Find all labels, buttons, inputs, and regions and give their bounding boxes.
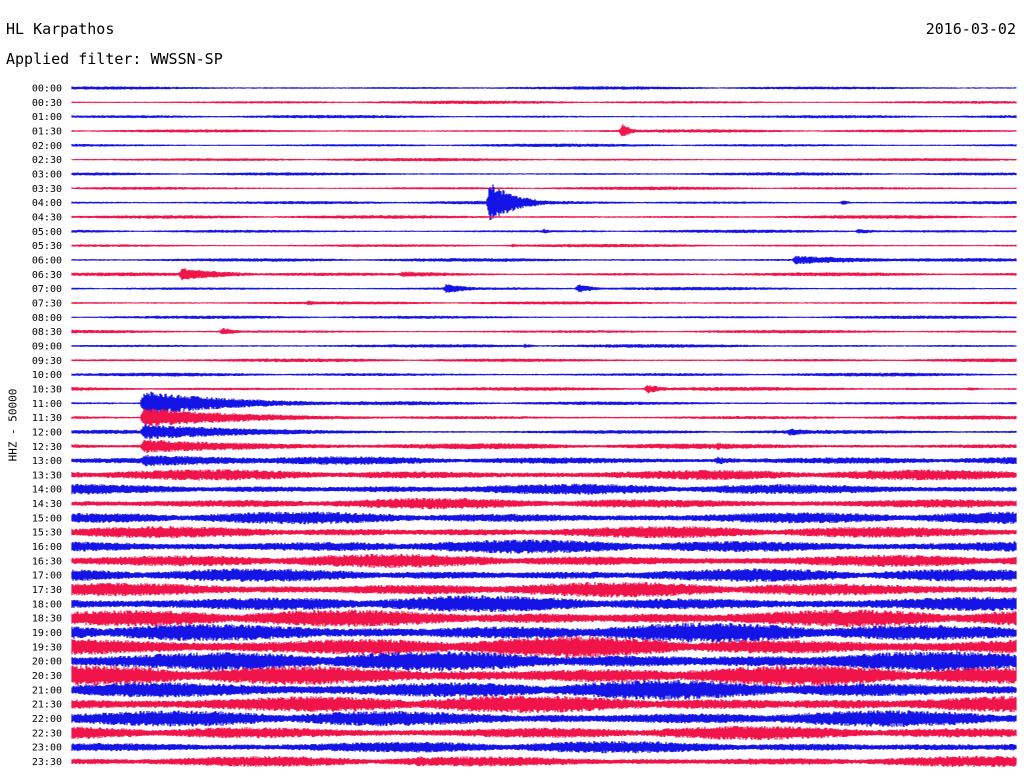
seismic-trace-row [71, 539, 1017, 554]
seismic-trace-row [71, 511, 1017, 525]
seismic-trace-row [71, 300, 1017, 306]
row-time-label: 14:00 [32, 485, 62, 496]
seismic-trace-row [71, 582, 1017, 598]
seismic-trace-row [71, 710, 1017, 728]
seismic-trace-row [71, 124, 1017, 137]
seismic-trace-row [71, 740, 1017, 754]
row-time-label: 03:00 [32, 169, 62, 180]
row-time-label: 09:00 [32, 341, 62, 352]
row-time-label: 10:00 [32, 370, 62, 381]
row-time-label: 17:00 [32, 571, 62, 582]
seismic-trace-row [71, 268, 1017, 281]
row-time-label: 07:00 [32, 284, 62, 295]
row-time-label: 06:30 [32, 270, 62, 281]
seismic-trace-row [71, 184, 1017, 220]
seismic-trace-row [71, 328, 1017, 335]
row-time-label: 10:30 [32, 384, 62, 395]
seismic-trace-row [71, 358, 1017, 363]
row-time-label: 04:30 [32, 212, 62, 223]
seismic-trace-row [71, 157, 1017, 162]
row-time-label: 00:30 [32, 98, 62, 109]
row-time-label: 17:30 [32, 585, 62, 596]
row-time-label: 12:30 [32, 442, 62, 453]
row-time-label: 19:00 [32, 628, 62, 639]
seismic-trace-row [71, 498, 1017, 510]
row-time-label: 20:00 [32, 657, 62, 668]
seismic-trace-row [71, 454, 1017, 467]
row-time-label: 08:00 [32, 313, 62, 324]
row-time-label: 23:30 [32, 757, 62, 768]
row-time-label: 04:00 [32, 198, 62, 209]
seismic-trace-row [71, 469, 1017, 481]
seismic-trace-row [71, 553, 1017, 568]
seismic-trace-row [71, 86, 1017, 90]
seismic-trace-row [71, 526, 1017, 539]
row-time-label: 06:00 [32, 255, 62, 266]
seismic-trace-row [71, 343, 1017, 348]
seismic-trace-row [71, 391, 1017, 415]
seismic-trace-row [71, 372, 1017, 377]
seismic-trace-row [71, 243, 1017, 248]
row-time-label: 09:30 [32, 356, 62, 367]
row-time-label: 22:30 [32, 728, 62, 739]
seismic-trace-row [71, 172, 1017, 176]
seismic-trace-row [71, 440, 1017, 454]
row-time-label: 05:30 [32, 241, 62, 252]
seismic-trace-row [71, 725, 1017, 740]
seismic-trace-row [71, 568, 1017, 582]
helicorder-plot: 00:00 00:30 01:00 01:30 02:00 02:30 03:00 03:30… [32, 84, 1017, 768]
row-time-label: 02:30 [32, 155, 62, 166]
row-time-label: 01:00 [32, 112, 62, 123]
row-time-label: 07:30 [32, 298, 62, 309]
seismic-trace-row [71, 755, 1017, 767]
row-time-label: 15:00 [32, 513, 62, 524]
seismic-trace-row [71, 100, 1017, 105]
seismic-trace-row [71, 255, 1017, 265]
row-time-label: 08:30 [32, 327, 62, 338]
seismic-trace-row [71, 284, 1017, 293]
row-time-label: 21:00 [32, 685, 62, 696]
seismic-trace-row [71, 385, 1017, 394]
row-time-label: 16:00 [32, 542, 62, 553]
row-time-label: 01:30 [32, 126, 62, 137]
seismic-trace-row [71, 595, 1017, 613]
row-time-label: 14:30 [32, 499, 62, 510]
row-time-label: 05:00 [32, 227, 62, 238]
row-time-label: 19:30 [32, 642, 62, 653]
row-time-label: 00:00 [32, 84, 62, 95]
seismic-trace-row [71, 228, 1017, 234]
row-time-label: 12:00 [32, 427, 62, 438]
row-time-label: 15:30 [32, 528, 62, 539]
seismic-trace-row [71, 408, 1017, 427]
row-time-label: 20:30 [32, 671, 62, 682]
seismic-trace-row [71, 315, 1017, 319]
seismic-trace-row [71, 143, 1017, 148]
row-time-label: 16:30 [32, 556, 62, 567]
seismic-trace-row [71, 424, 1017, 440]
row-time-label: 23:00 [32, 743, 62, 754]
row-time-label: 03:30 [32, 184, 62, 195]
seismic-trace-row [71, 483, 1017, 495]
row-time-label: 13:30 [32, 470, 62, 481]
row-time-label: 11:30 [32, 413, 62, 424]
row-time-label: 18:30 [32, 614, 62, 625]
seismic-trace-row [71, 186, 1017, 191]
seismic-trace-row [71, 695, 1017, 714]
row-time-label: 13:00 [32, 456, 62, 467]
row-time-label: 11:00 [32, 399, 62, 410]
row-time-label: 21:30 [32, 700, 62, 711]
seismic-trace-row [71, 679, 1017, 700]
row-time-label: 22:00 [32, 714, 62, 725]
seismic-trace-row [71, 215, 1017, 219]
seismic-trace-row [71, 114, 1017, 119]
row-time-label: 18:00 [32, 599, 62, 610]
row-time-label: 02:00 [32, 141, 62, 152]
